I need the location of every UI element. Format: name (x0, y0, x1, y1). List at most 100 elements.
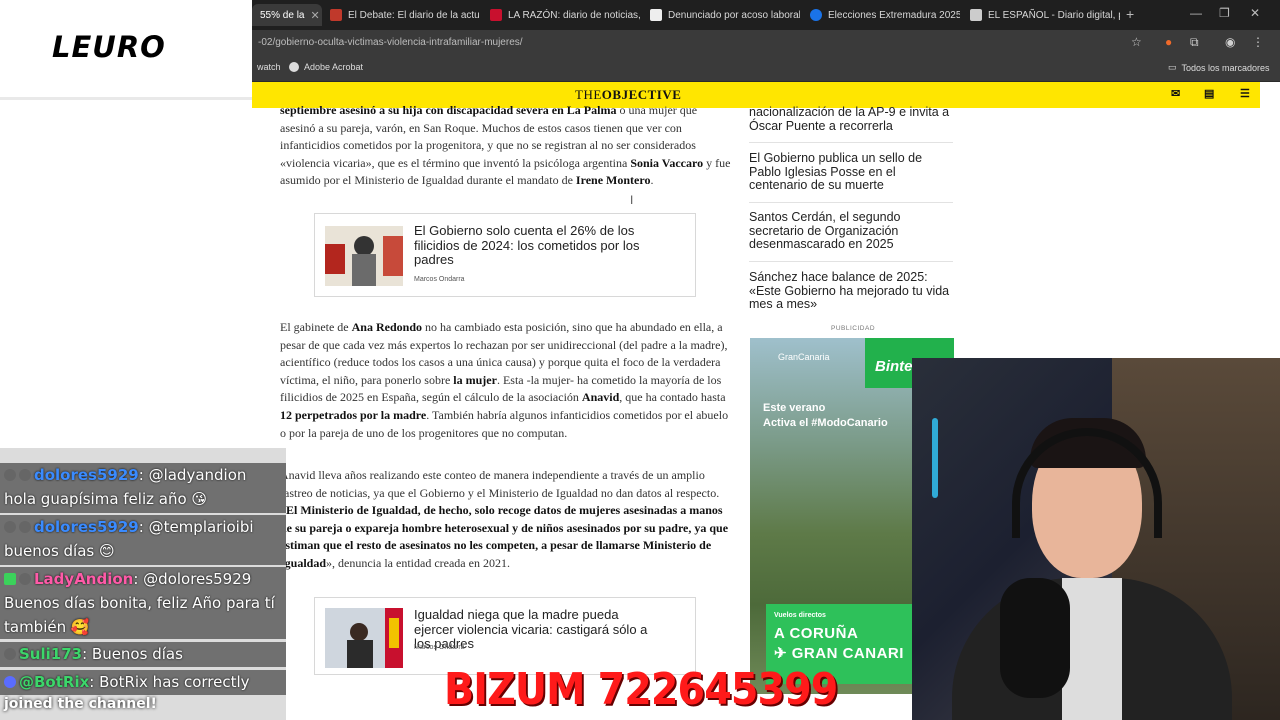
related-article-card[interactable]: El Gobierno solo cuenta el 26% de los fi… (314, 213, 696, 297)
article-paragraph-1: septiembre asesinó a su hija con discapa… (280, 102, 732, 190)
tab-label: EL ESPAÑOL - Diario digital, pl (988, 9, 1120, 21)
user-badge-icon (4, 521, 16, 533)
bizum-overlay: BIZUM 722645399 (444, 664, 838, 715)
bookmark-label: watch (257, 62, 281, 72)
ad-headline: Este verano Activa el #ModoCanario (763, 401, 888, 431)
puzzle-icon[interactable]: ⧉ (1190, 35, 1199, 50)
tab-active[interactable]: 55% de la ✕ (252, 4, 322, 26)
chat-text: : Buenos días (82, 645, 183, 663)
favicon-icon (650, 9, 662, 21)
text-run: Ana Redondo (351, 320, 422, 334)
webcam-overlay (912, 358, 1280, 720)
text-run: Irene Montero (575, 173, 651, 188)
streamer-shirt (1062, 578, 1122, 720)
stream-logo: LEURO (52, 30, 166, 64)
extension-icon[interactable]: ● (1165, 35, 1172, 49)
tab-label: 55% de la (260, 9, 305, 21)
chat-message: dolores5929: @templarioibi buenos días 😊 (0, 515, 286, 565)
tab-label: Elecciones Extremadura 2025: (828, 9, 960, 21)
stream-logo-box: LEURO (0, 0, 252, 100)
chat-username: dolores5929 (34, 466, 139, 484)
new-tab-button[interactable]: + (1126, 6, 1134, 22)
ad-line: Este verano (763, 402, 826, 414)
acrobat-icon (289, 62, 299, 72)
user-badge-icon (4, 573, 16, 585)
bookmark-all[interactable]: ▭ Todos los marcadores (1168, 62, 1270, 73)
text-run: », denuncia la entidad creada en 2021. (326, 555, 510, 570)
card-author[interactable]: Marcos Ondarra (414, 644, 465, 651)
text-run: Anavid (581, 390, 620, 405)
chat-username: Suli173 (19, 645, 83, 663)
led-light (932, 418, 938, 498)
bookmark-label: Todos los marcadores (1181, 62, 1270, 73)
article-thumbnail (325, 608, 403, 668)
user-badge-icon (19, 573, 31, 585)
profile-icon[interactable]: ◉ (1225, 35, 1235, 49)
close-window-icon[interactable]: ✕ (1250, 6, 1260, 20)
url-field[interactable]: -02/gobierno-oculta-victimas-violencia-i… (258, 34, 1138, 52)
close-icon[interactable]: ✕ (310, 9, 319, 22)
bookmark-watch[interactable]: watch (257, 62, 281, 72)
text-run: . (650, 173, 654, 188)
favicon-icon (330, 9, 342, 21)
divider (749, 202, 953, 203)
divider (749, 142, 953, 143)
star-icon[interactable]: ☆ (1131, 35, 1142, 49)
user-badge-icon (19, 469, 31, 481)
sidebar-news-item[interactable]: nacionalización de la AP-9 e invita a Ós… (749, 105, 953, 133)
ad-label: PUBLICIDAD (831, 325, 876, 332)
text-run: La Palma (566, 103, 617, 117)
user-badge-icon (4, 469, 16, 481)
chat-message: dolores5929: @ladyandion hola guapísima … (0, 463, 286, 513)
article-paragraph-2: El gabinete de Ana Redondo no ha cambiad… (280, 319, 732, 442)
my-account-icon[interactable]: ☰ (1240, 87, 1250, 100)
favicon-icon (970, 9, 982, 21)
microphone-icon (1000, 578, 1070, 698)
globe-icon (810, 9, 822, 21)
sidebar-news-item[interactable]: Sánchez hace balance de 2025: «Este Gobi… (749, 270, 953, 312)
tab-label: Denunciado por acoso laboral (668, 9, 800, 21)
chat-username: @BotRix (19, 673, 90, 691)
bookmark-label: Adobe Acrobat (304, 62, 364, 72)
brand-main: OBJECTIVE (601, 87, 682, 102)
tab-larazon[interactable]: LA RAZÓN: diario de noticias, ✕ (482, 4, 640, 26)
club-icon[interactable]: ▤ (1204, 87, 1214, 100)
bookmark-acrobat[interactable]: Adobe Acrobat (289, 62, 363, 72)
folder-icon: ▭ (1168, 62, 1177, 72)
tab-elespanol[interactable]: EL ESPAÑOL - Diario digital, pl ✕ (962, 4, 1120, 26)
chat-overlay: dolores5929: @ladyandion hola guapísima … (0, 448, 286, 720)
chat-username: LadyAndion (34, 570, 134, 588)
tab-eldebate[interactable]: El Debate: El diario de la actual ✕ (322, 4, 480, 26)
divider (749, 261, 953, 262)
sidebar-news-item[interactable]: Santos Cerdán, el segundo secretario de … (749, 210, 953, 252)
ad-brand: GranCanaria (778, 352, 830, 362)
brand-prefix: THE (575, 87, 602, 102)
card-title[interactable]: El Gobierno solo cuenta el 26% de los fi… (414, 223, 654, 268)
minimize-icon[interactable]: — (1190, 6, 1202, 20)
tab-denunciado[interactable]: Denunciado por acoso laboral ✕ (642, 4, 800, 26)
text-run: la mujer (453, 372, 497, 387)
user-badge-icon (19, 521, 31, 533)
sidebar-news-item[interactable]: El Gobierno publica un sello de Pablo Ig… (749, 151, 953, 193)
mail-icon[interactable]: ✉ (1171, 87, 1180, 100)
chat-message: @BotRix: BotRix has correctly (0, 670, 286, 695)
text-run: 12 perpetrados por la madre (280, 407, 427, 422)
menu-icon[interactable]: ⋮ (1252, 35, 1264, 49)
card-author[interactable]: Marcos Ondarra (414, 276, 465, 283)
tab-elecciones[interactable]: Elecciones Extremadura 2025: ✕ (802, 4, 960, 26)
article-paragraph-3: Anavid lleva años realizando este conteo… (280, 467, 732, 573)
site-logo[interactable]: THEOBJECTIVE (575, 87, 681, 103)
text-run: septiembre asesinó a su hija con discapa… (280, 103, 567, 117)
chat-username: dolores5929 (34, 518, 139, 536)
ad-line: Activa el #ModoCanario (763, 417, 888, 429)
restore-icon[interactable]: ❐ (1219, 6, 1230, 20)
chat-joined-text: joined the channel! (4, 696, 157, 712)
chat-message: LadyAndion: @dolores5929 Buenos días bon… (0, 567, 286, 639)
chat-message: Suli173: Buenos días (0, 642, 286, 667)
tab-label: El Debate: El diario de la actual (348, 9, 480, 21)
bot-badge-icon (4, 676, 16, 688)
chat-text: : BotRix has correctly (89, 673, 250, 691)
text-run: El gabinete de (280, 320, 352, 334)
article-thumbnail (325, 226, 403, 286)
text-run: Sonia Vaccaro (630, 155, 704, 170)
